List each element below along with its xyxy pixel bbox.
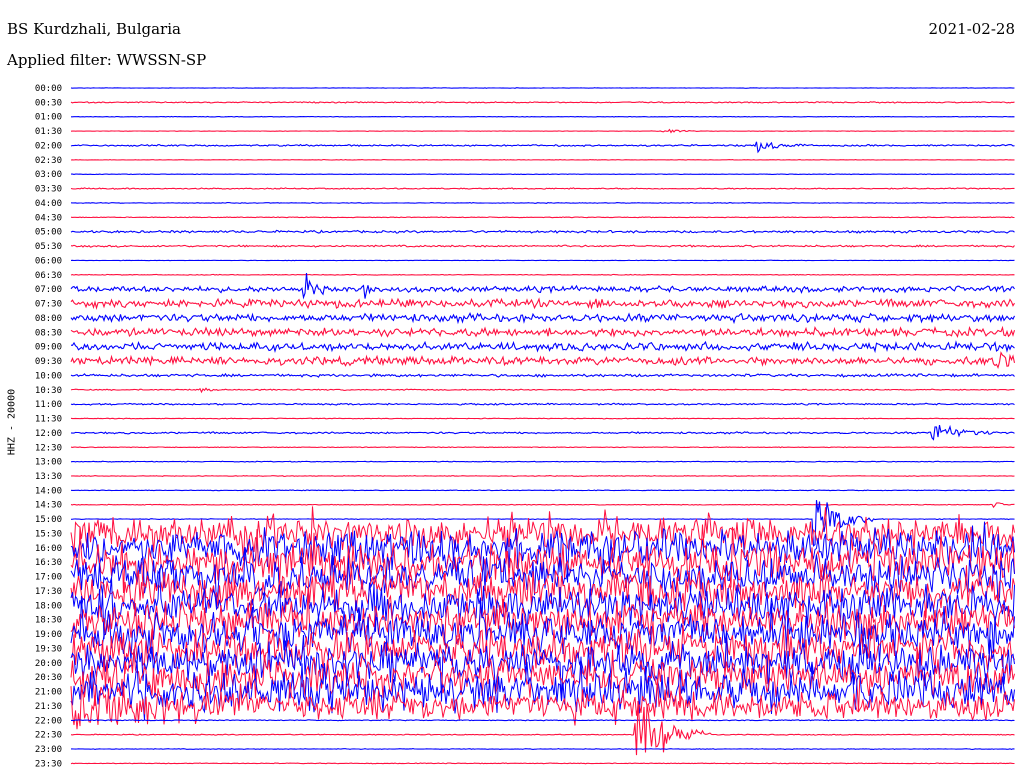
row-label: 03:30	[35, 185, 62, 195]
trace-row	[70, 259, 1015, 262]
row-label: 07:00	[35, 285, 62, 295]
row-label: 15:00	[35, 515, 62, 525]
trace-row	[70, 141, 1015, 154]
trace-row	[70, 216, 1015, 219]
row-label: 10:30	[35, 386, 62, 396]
trace-row	[70, 128, 1015, 134]
row-label: 17:00	[35, 573, 62, 583]
row-label: 01:30	[35, 127, 62, 137]
trace-row	[70, 201, 1015, 204]
row-label: 05:00	[35, 228, 62, 238]
trace-row	[71, 719, 1015, 722]
trace-row	[70, 272, 1015, 300]
row-label: 12:30	[35, 443, 62, 453]
trace-row	[70, 297, 1015, 310]
row-label: 16:00	[35, 544, 62, 554]
trace-row	[70, 325, 1016, 338]
row-label: 00:30	[35, 98, 62, 108]
row-label: 14:00	[35, 486, 62, 496]
trace-row	[70, 229, 1015, 234]
row-label: 11:00	[35, 400, 62, 410]
trace-row	[71, 115, 1015, 118]
row-label: 17:30	[35, 587, 62, 597]
row-label: 08:30	[35, 328, 62, 338]
row-label: 18:00	[35, 601, 62, 611]
row-label: 02:00	[35, 141, 62, 151]
trace-row	[70, 446, 1015, 449]
row-label: 09:00	[35, 343, 62, 353]
row-label: 15:30	[35, 529, 62, 539]
row-label: 22:30	[35, 731, 62, 741]
row-label: 12:00	[35, 429, 62, 439]
trace-row	[70, 351, 1016, 370]
row-label: 00:00	[35, 84, 62, 94]
trace-row	[70, 678, 1015, 730]
row-label: 09:30	[35, 357, 62, 367]
trace-row	[70, 475, 1015, 477]
row-label: 04:00	[35, 199, 62, 209]
trace-row	[70, 101, 1015, 104]
row-label: 19:30	[35, 644, 62, 654]
row-label: 20:00	[35, 659, 62, 669]
row-label: 13:30	[35, 472, 62, 482]
row-label: 13:00	[35, 458, 62, 468]
row-label: 14:30	[35, 501, 62, 511]
row-label: 02:30	[35, 156, 62, 166]
row-label: 07:30	[35, 300, 62, 310]
row-label: 19:00	[35, 630, 62, 640]
row-label: 03:00	[35, 170, 62, 180]
row-label: 23:30	[35, 759, 62, 769]
trace-row	[70, 424, 1015, 441]
row-label: 01:00	[35, 113, 62, 123]
row-label: 18:30	[35, 616, 62, 626]
row-label: 06:30	[35, 271, 62, 281]
trace-row	[70, 762, 1015, 765]
trace-row	[70, 460, 1015, 463]
row-label: 21:30	[35, 702, 62, 712]
seismogram-plot: 00:00 00:30 01:00 01:30 02:00 02:30 03:00 03:30…	[35, 84, 1016, 769]
trace-row	[70, 87, 1015, 89]
row-label: 21:00	[35, 688, 62, 698]
trace-row	[70, 340, 1015, 354]
row-label: 05:30	[35, 242, 62, 252]
trace-row	[70, 489, 1015, 492]
trace-row	[70, 402, 1015, 406]
row-label: 20:30	[35, 673, 62, 683]
trace-row	[70, 417, 1015, 420]
trace-row	[70, 502, 1015, 509]
trace-row	[70, 312, 1015, 325]
trace-row	[70, 159, 1015, 161]
trace-row	[70, 244, 1015, 248]
trace-row	[70, 387, 1015, 394]
row-label: 22:00	[35, 716, 62, 726]
row-label: 08:00	[35, 314, 62, 324]
trace-row	[70, 273, 1015, 276]
row-label: 11:30	[35, 415, 62, 425]
row-label: 06:00	[35, 256, 62, 266]
row-labels: 00:00 00:30 01:00 01:30 02:00 02:30 03:00 03:30…	[35, 84, 62, 769]
row-label: 04:30	[35, 213, 62, 223]
trace-row	[70, 372, 1015, 378]
traces	[70, 87, 1016, 765]
trace-row	[71, 173, 1015, 176]
row-label: 16:30	[35, 558, 62, 568]
trace-row	[70, 187, 1015, 190]
row-label: 23:00	[35, 745, 62, 755]
row-label: 10:00	[35, 371, 62, 381]
trace-row	[71, 748, 1015, 750]
